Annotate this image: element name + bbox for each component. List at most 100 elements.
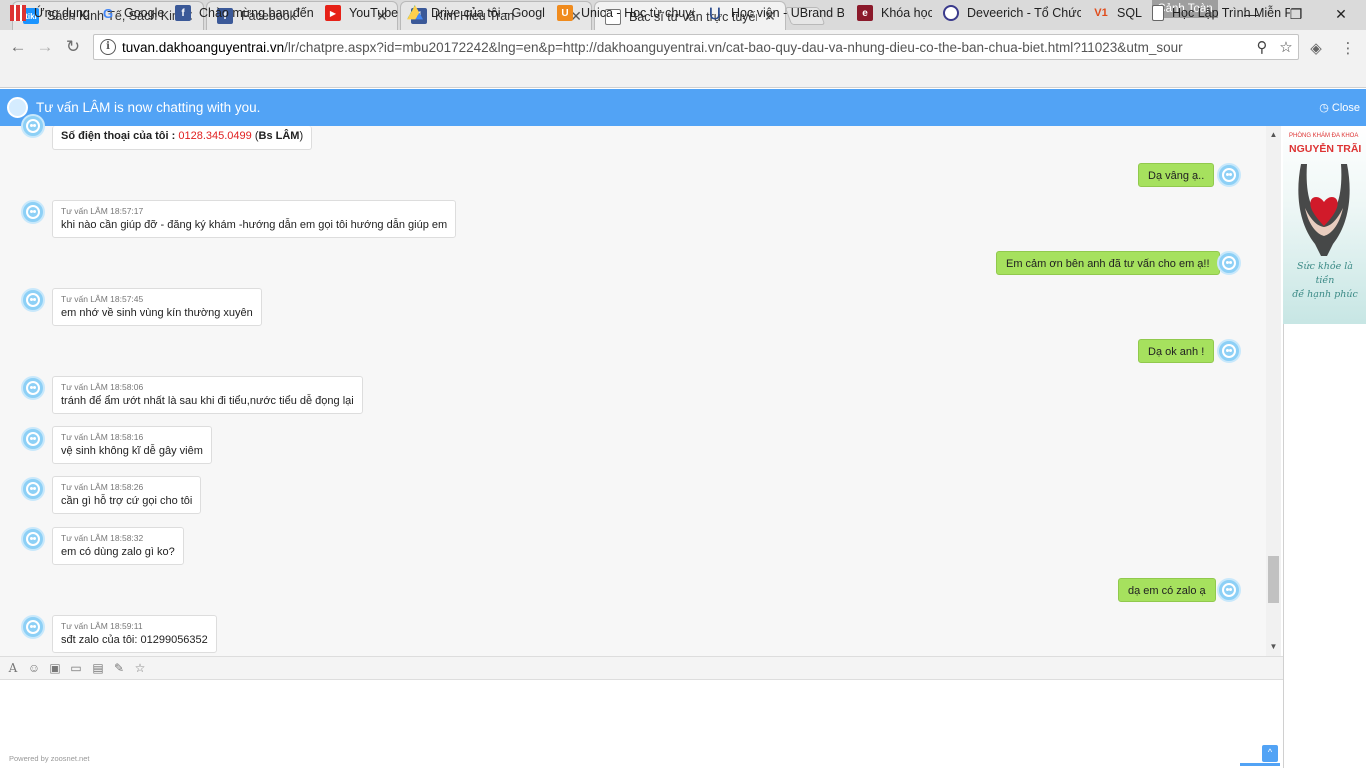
bookmark-unica[interactable]: U Unica - Học từ chuyên <box>557 4 694 22</box>
forward-button[interactable]: → <box>33 35 57 59</box>
image-icon[interactable]: ▣ <box>48 661 62 675</box>
emoji-icon[interactable]: ☺ <box>27 661 41 675</box>
composer-toolbar: A ☺ ▣ ▭ ▤ ✎ ☆ <box>0 656 1283 680</box>
banner-small-text: PHÒNG KHÁM ĐA KHOA <box>1289 133 1359 139</box>
message-incoming: Tư vấn LÂM 18:58:26 cần gì hỗ trợ cứ gọi… <box>52 476 202 514</box>
slogan-line-2: đề hạnh phúc <box>1292 289 1358 300</box>
bookmark-label: Unica - Học từ chuyên <box>581 6 694 20</box>
google-drive-icon <box>407 5 423 20</box>
bookmark-label: YouTube <box>349 6 399 20</box>
slogan-line-1: Sức khỏe là tiền <box>1297 261 1353 286</box>
bookmark-apps[interactable]: Ứng dụng <box>10 4 90 22</box>
bookmark-label: Google <box>124 6 165 20</box>
message-outgoing: Em cảm ơn bên anh đã tư vấn cho em ạ!! <box>996 251 1220 275</box>
ubrand-icon: ⋃ <box>709 5 721 20</box>
bookmark-label: Học Lập Trình Miễn Phí <box>1172 6 1290 20</box>
message-text: em nhớ về sinh vùng kín thường xuyên <box>61 307 253 319</box>
edit-icon[interactable]: ✎ <box>112 661 126 675</box>
deveerich-icon <box>943 5 959 21</box>
folder-icon[interactable]: ▭ <box>69 661 83 675</box>
user-avatar-icon <box>1217 339 1241 363</box>
bookmark-label: SQL <box>1117 6 1143 20</box>
close-label: Close <box>1331 102 1360 114</box>
send-up-button[interactable]: ^ <box>1262 745 1278 762</box>
agent-avatar-icon <box>21 477 45 501</box>
message-meta: Tư vấn LÂM 18:58:26 <box>61 482 144 492</box>
powered-by[interactable]: Powered by zoosnet.net <box>9 754 89 763</box>
khoa-hoc-icon: e <box>857 5 873 21</box>
save-icon[interactable]: ▤ <box>91 661 105 675</box>
message-meta: Tư vấn LÂM 18:58:16 <box>61 432 144 442</box>
bookmark-label: Drive của tôi - Google <box>431 6 545 20</box>
url-host: tuvan.dakhoanguyentrai.vn <box>122 39 285 55</box>
bookmark-deveerich[interactable]: Deveerich - Tổ Chức <box>943 4 1081 22</box>
close-chat-button[interactable]: ◷ Close <box>1319 101 1360 114</box>
message-meta: Tư vấn LÂM 18:58:32 <box>61 533 144 543</box>
agent-avatar-icon <box>21 427 45 451</box>
bookmark-label: Ứng dụng <box>34 6 90 20</box>
scroll-down-arrow-icon[interactable]: ▼ <box>1268 642 1279 652</box>
bookmark-hoc-lap-trinh[interactable]: Học Lập Trình Miễn Phí <box>1152 4 1290 22</box>
address-bar[interactable]: i tuvan.dakhoanguyentrai.vn/lr/chatpre.a… <box>93 34 1299 60</box>
url-text[interactable]: tuvan.dakhoanguyentrai.vn/lr/chatpre.asp… <box>122 40 1250 55</box>
back-button[interactable]: ← <box>6 35 30 59</box>
close-window-button[interactable]: ✕ <box>1318 0 1364 28</box>
font-icon[interactable]: A <box>6 661 20 675</box>
message-text: cần gì hỗ trợ cứ gọi cho tôi <box>61 495 193 507</box>
agent-avatar-icon <box>21 527 45 551</box>
menu-icon[interactable]: ⋮ <box>1338 38 1358 58</box>
message-outgoing: Dạ ok anh ! <box>1138 339 1215 363</box>
message-text: em có dùng zalo gì ko? <box>61 546 175 558</box>
search-icon[interactable]: ⚲ <box>1250 38 1274 56</box>
document-icon <box>1152 5 1164 21</box>
bookmark-label: Deveerich - Tổ Chức <box>967 6 1081 20</box>
reload-button[interactable]: ↻ <box>61 35 85 59</box>
unica-icon: U <box>557 5 573 21</box>
v1-icon: V1 <box>1094 7 1108 19</box>
bookmark-google[interactable]: G Google <box>100 4 170 22</box>
message-text: sđt zalo của tôi: 01299056352 <box>61 634 208 646</box>
accent-bar <box>1240 763 1280 766</box>
scroll-up-arrow-icon[interactable]: ▲ <box>1268 130 1279 140</box>
bookmark-youtube[interactable]: ▶ YouTube <box>325 4 400 22</box>
url-path: /lr/chatpre.aspx?id=mbu20172242&lng=en&p… <box>284 39 1183 55</box>
bookmark-ubrand[interactable]: ⋃ Học viện - UBrand Be <box>707 4 844 22</box>
phone-label: Số điện thoại của tôi : <box>61 130 179 142</box>
message-input[interactable] <box>0 680 1283 768</box>
bookmark-sql[interactable]: V1 SQL <box>1093 4 1143 22</box>
message-text: tránh để ẩm ướt nhất là sau khi đi tiểu,… <box>61 395 354 407</box>
phone-name: Bs LÂM <box>258 130 300 142</box>
message-incoming: Tư vấn LÂM 18:57:17 khi nào cần giúp đỡ … <box>52 200 457 238</box>
user-avatar-icon <box>1217 251 1241 275</box>
user-avatar-icon <box>1217 578 1241 602</box>
message-outgoing: Dạ vâng ạ.. <box>1138 163 1215 187</box>
message-meta: Tư vấn LÂM 18:59:11 <box>61 621 143 631</box>
clinic-banner[interactable]: PHÒNG KHÁM ĐA KHOA NGUYỄN TRÃI Sức khỏe … <box>1283 126 1366 324</box>
phone-suffix-close: ) <box>299 130 304 142</box>
banner-slogan: Sức khỏe là tiền đề hạnh phúc <box>1287 260 1363 302</box>
message-meta: Tư vấn LÂM 18:58:06 <box>61 382 144 392</box>
youtube-icon: ▶ <box>325 5 341 21</box>
info-icon[interactable]: i <box>100 39 116 55</box>
message-meta: Tư vấn LÂM 18:57:17 <box>61 206 144 216</box>
bookmark-star-icon[interactable]: ☆ <box>1274 38 1298 56</box>
message-incoming: Tư vấn LÂM 18:58:06 tránh để ẩm ướt nhất… <box>52 376 363 414</box>
bookmark-label: Chào mừng bạn đến <box>199 6 313 20</box>
hands-heart-image <box>1298 164 1350 256</box>
bookmark-khoa-hoc[interactable]: e Khóa học <box>857 4 932 22</box>
user-avatar-icon <box>1217 163 1241 187</box>
apps-grid-icon <box>10 5 26 21</box>
chat-logo-icon <box>7 97 28 118</box>
agent-avatar-icon <box>21 376 45 400</box>
message-incoming: Tư vấn LÂM 18:57:45 em nhớ về sinh vùng … <box>52 288 262 326</box>
extension-icon[interactable]: ◈ <box>1306 38 1326 58</box>
bookmark-drive[interactable]: Drive của tôi - Google <box>407 4 545 22</box>
scrollbar-thumb[interactable] <box>1268 556 1279 603</box>
google-icon: G <box>102 5 114 21</box>
agent-avatar-icon <box>21 114 45 138</box>
banner-title: NGUYỄN TRÃI <box>1289 143 1362 155</box>
star-icon[interactable]: ☆ <box>133 661 147 675</box>
bookmark-facebook[interactable]: f Chào mừng bạn đến <box>175 4 313 22</box>
message-text: Số điện thoại của tôi : 0128.345.0499 (B… <box>61 130 303 142</box>
clock-icon: ◷ <box>1319 102 1329 114</box>
